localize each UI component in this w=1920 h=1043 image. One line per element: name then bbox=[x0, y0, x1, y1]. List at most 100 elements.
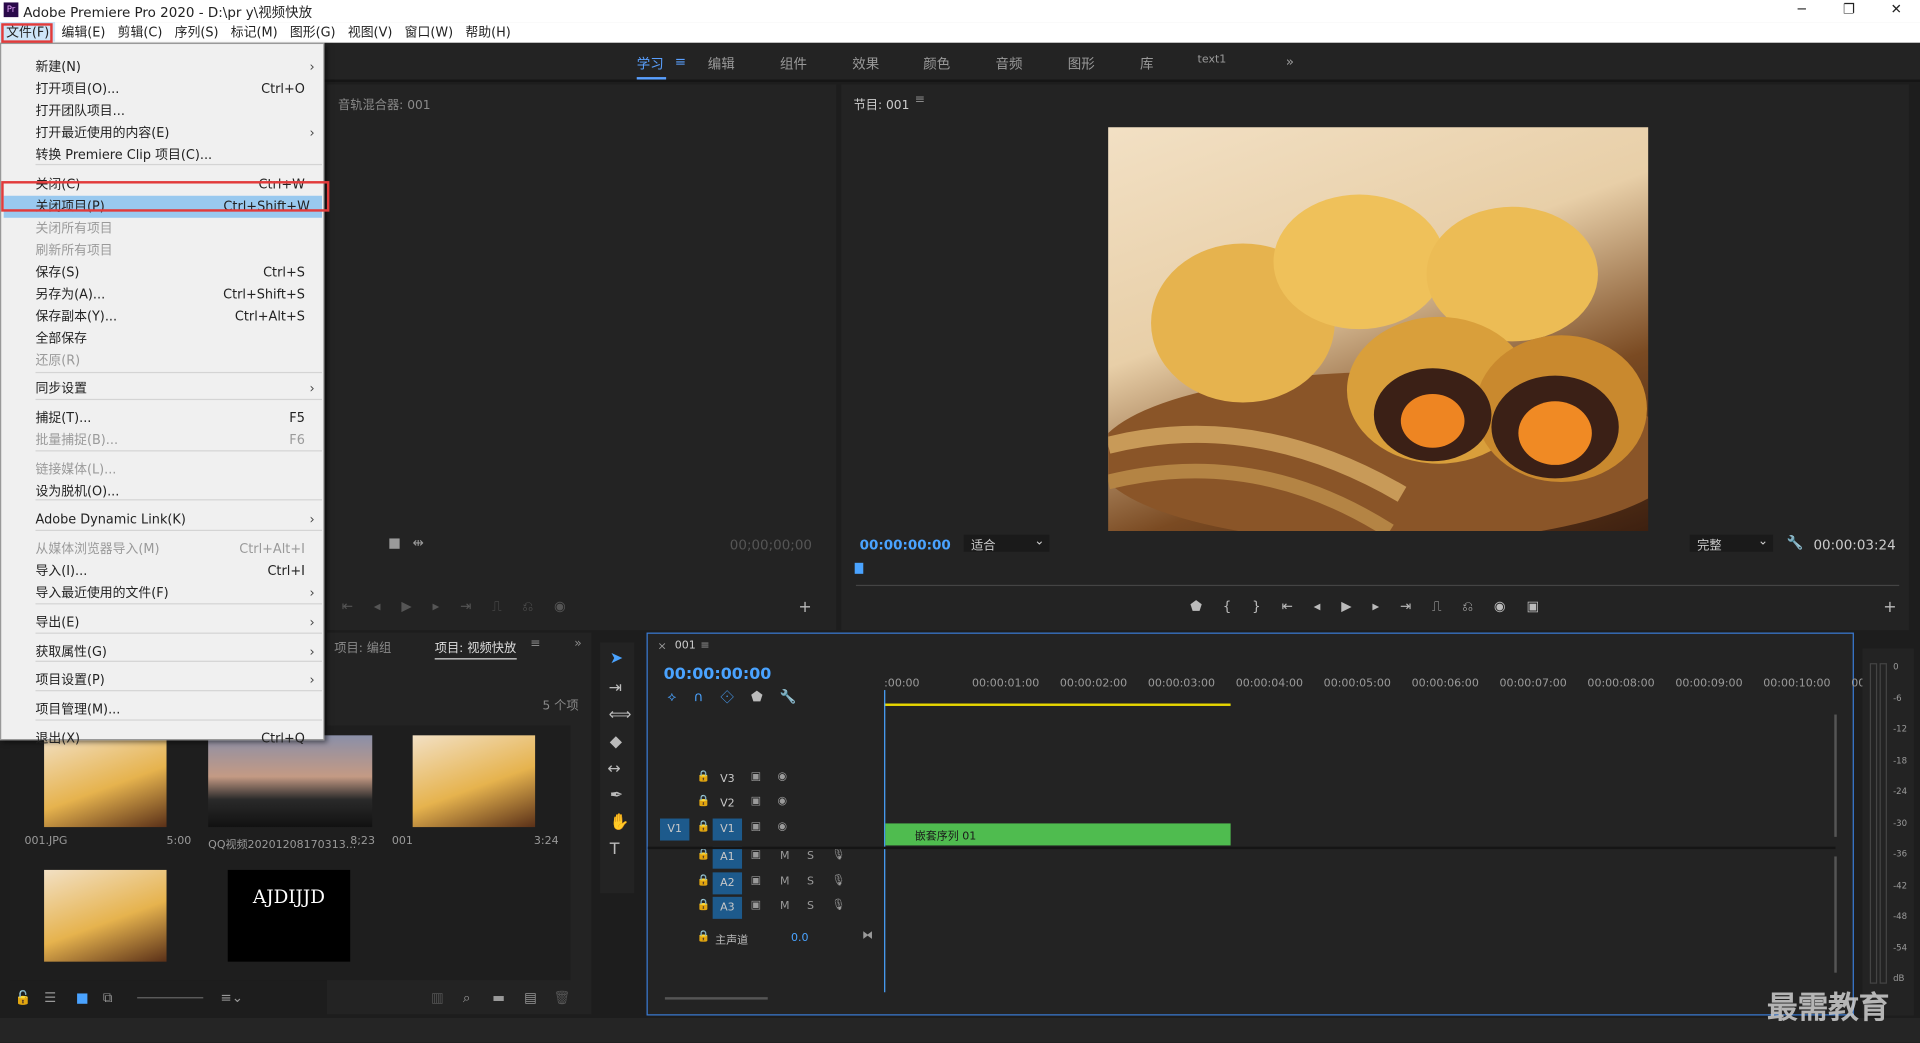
file-menu-item-25[interactable]: 项目设置(P) › bbox=[36, 669, 318, 691]
timeline-timecode[interactable]: 00:00:00:00 bbox=[664, 666, 772, 684]
fit-dropdown[interactable]: 适合 ⌄ bbox=[963, 534, 1050, 553]
menu-1[interactable]: 编辑(E) bbox=[55, 22, 111, 42]
quality-dropdown[interactable]: 完整 ⌄ bbox=[1689, 534, 1774, 553]
playhead-marker[interactable] bbox=[854, 562, 864, 574]
eye-icon[interactable]: ◉ bbox=[778, 821, 788, 833]
file-menu-item-13[interactable]: 还原(R) bbox=[36, 350, 318, 372]
track-lock-icon[interactable]: 🔒 bbox=[697, 771, 711, 783]
pen-tool-icon[interactable]: ✒ bbox=[610, 787, 623, 805]
program-add-icon[interactable]: + bbox=[1883, 598, 1896, 616]
workspace-tab-2[interactable]: 组件 bbox=[780, 54, 807, 74]
track-lock-icon[interactable]: 🔒 bbox=[697, 875, 711, 887]
track-output-icon[interactable]: ▣ bbox=[751, 771, 761, 783]
file-menu-item-8[interactable]: 刷新所有项目 bbox=[36, 240, 318, 262]
file-menu-item-1[interactable]: 打开项目(O)... Ctrl+O bbox=[36, 78, 318, 100]
workspace-tab-8[interactable]: text1 bbox=[1198, 54, 1227, 66]
solo-button[interactable]: S bbox=[807, 850, 814, 862]
file-menu-item-17[interactable]: 链接媒体(L)... bbox=[36, 459, 318, 481]
automate-icon[interactable]: ▥ bbox=[431, 990, 444, 1006]
file-menu-item-21[interactable]: 导入(I)... Ctrl+I bbox=[36, 560, 318, 582]
track-lock-icon[interactable]: 🔒 bbox=[697, 795, 711, 807]
hand-tool-icon[interactable]: ✋ bbox=[610, 814, 630, 832]
track-lock-icon[interactable]: 🔒 bbox=[697, 899, 711, 911]
type-tool-icon[interactable]: T bbox=[610, 841, 620, 859]
track-output-icon[interactable]: ▣ bbox=[751, 899, 761, 911]
master-value[interactable]: 0.0 bbox=[791, 932, 809, 944]
project-menu-icon[interactable]: ≡ bbox=[530, 637, 540, 650]
file-menu-item-23[interactable]: 导出(E) › bbox=[36, 612, 318, 634]
workspace-tab-1[interactable]: 编辑 bbox=[708, 54, 735, 74]
thumb-pastry-2[interactable] bbox=[44, 869, 167, 962]
menu-8[interactable]: 帮助(H) bbox=[459, 22, 517, 42]
file-menu-item-3[interactable]: 打开最近使用的内容(E) › bbox=[36, 122, 318, 144]
solo-button[interactable]: S bbox=[807, 876, 814, 888]
workspace-tab-0[interactable]: 学习 bbox=[637, 54, 664, 74]
track-output-icon[interactable]: ▣ bbox=[751, 849, 761, 861]
track-select-icon[interactable]: ⇥ bbox=[609, 679, 622, 697]
ripple-edit-icon[interactable]: ⟺ bbox=[609, 706, 632, 724]
mute-button[interactable]: M bbox=[780, 876, 790, 888]
sort-icon[interactable]: ≡⌄ bbox=[220, 990, 243, 1006]
menu-3[interactable]: 序列(S) bbox=[168, 22, 224, 42]
timeline-ruler[interactable]: :00:00 00:00:01:00 00:00:02:00 00:00:03:00 0… bbox=[884, 678, 1865, 702]
menu-4[interactable]: 标记(M) bbox=[225, 22, 284, 42]
menu-2[interactable]: 剪辑(C) bbox=[112, 22, 169, 42]
program-menu-icon[interactable]: ≡ bbox=[915, 93, 925, 106]
track-lock-icon[interactable]: 🔒 bbox=[697, 849, 711, 861]
razor-tool-icon[interactable]: ◆ bbox=[610, 733, 622, 751]
track-label[interactable]: A3 bbox=[712, 896, 743, 919]
file-menu-item-11[interactable]: 保存副本(Y)... Ctrl+Alt+S bbox=[36, 306, 318, 328]
track-output-icon[interactable]: ▣ bbox=[751, 821, 761, 833]
track-label[interactable]: V1 bbox=[712, 818, 743, 841]
file-menu-item-26[interactable]: 项目管理(M)... bbox=[36, 699, 318, 721]
file-menu-item-0[interactable]: 新建(N) › bbox=[36, 56, 318, 78]
microphone-icon[interactable]: 🎙 bbox=[831, 899, 845, 911]
maximize-button[interactable]: ❐ bbox=[1843, 1, 1855, 17]
new-bin-icon[interactable]: ▬ bbox=[492, 990, 505, 1006]
wrench-icon[interactable]: 🔧 bbox=[1787, 535, 1804, 551]
track-label[interactable]: A1 bbox=[712, 846, 743, 869]
file-menu-item-20[interactable]: 从媒体浏览器导入(M) Ctrl+Alt+I bbox=[36, 538, 318, 560]
timeline-zoom-scroll[interactable] bbox=[664, 997, 768, 1000]
work-area-bar[interactable] bbox=[884, 703, 1231, 706]
lock-icon[interactable]: 🔓 bbox=[15, 990, 32, 1006]
track-label[interactable]: V2 bbox=[713, 793, 742, 815]
timeline-tab[interactable]: 001 bbox=[675, 640, 696, 652]
timeline-close-icon[interactable]: × bbox=[658, 641, 667, 653]
new-item-icon[interactable]: ▤ bbox=[524, 990, 537, 1006]
clear-icon[interactable]: 🗑 bbox=[553, 990, 570, 1006]
workspace-tab-3[interactable]: 效果 bbox=[852, 54, 879, 74]
master-bowtie-icon[interactable]: ⧓ bbox=[862, 930, 873, 942]
program-scrubber[interactable] bbox=[855, 569, 1900, 587]
master-lock-icon[interactable]: 🔒 bbox=[697, 931, 711, 943]
track-label[interactable]: V3 bbox=[713, 768, 742, 790]
thumb-sequence[interactable] bbox=[412, 735, 536, 828]
track-lock-icon[interactable]: 🔒 bbox=[697, 821, 711, 833]
track-output-icon[interactable]: ▣ bbox=[751, 795, 761, 807]
list-view-icon[interactable]: ☰ bbox=[44, 990, 56, 1006]
file-menu-item-2[interactable]: 打开团队项目... bbox=[36, 100, 318, 122]
file-menu-item-7[interactable]: 关闭所有项目 bbox=[36, 218, 318, 240]
mute-button[interactable]: M bbox=[780, 900, 790, 912]
workspace-tab-7[interactable]: 库 bbox=[1140, 54, 1153, 74]
workspace-tab-4[interactable]: 颜色 bbox=[923, 54, 950, 74]
file-menu-item-27[interactable]: 退出(X) Ctrl+Q bbox=[36, 728, 318, 750]
project-tab-group[interactable]: 项目: 编组 bbox=[334, 637, 391, 655]
close-button[interactable]: ✕ bbox=[1891, 1, 1902, 17]
menu-5[interactable]: 图形(G) bbox=[284, 22, 342, 42]
slip-tool-icon[interactable]: ↔ bbox=[607, 760, 620, 778]
freeform-view-icon[interactable]: ⧉ bbox=[103, 990, 113, 1007]
mixer-add-icon[interactable]: + bbox=[798, 598, 811, 616]
menu-7[interactable]: 窗口(W) bbox=[399, 22, 460, 42]
audio-mixer-title[interactable]: 音轨混合器: 001 bbox=[338, 94, 431, 112]
vertical-scroll[interactable] bbox=[1834, 714, 1837, 837]
eye-icon[interactable]: ◉ bbox=[778, 795, 788, 807]
microphone-icon[interactable]: 🎙 bbox=[831, 875, 845, 887]
source-patch-v1[interactable]: V1 bbox=[660, 818, 690, 841]
solo-button[interactable]: S bbox=[807, 900, 814, 912]
program-title[interactable]: 节目: 001 bbox=[853, 94, 909, 112]
file-menu-item-14[interactable]: 同步设置 › bbox=[36, 378, 318, 400]
nested-sequence-clip[interactable]: 嵌套序列 01 bbox=[885, 823, 1231, 846]
file-menu-item-16[interactable]: 批量捕捉(B)... F6 bbox=[36, 429, 318, 451]
project-tab-active[interactable]: 项目: 视频快放 bbox=[434, 637, 517, 660]
